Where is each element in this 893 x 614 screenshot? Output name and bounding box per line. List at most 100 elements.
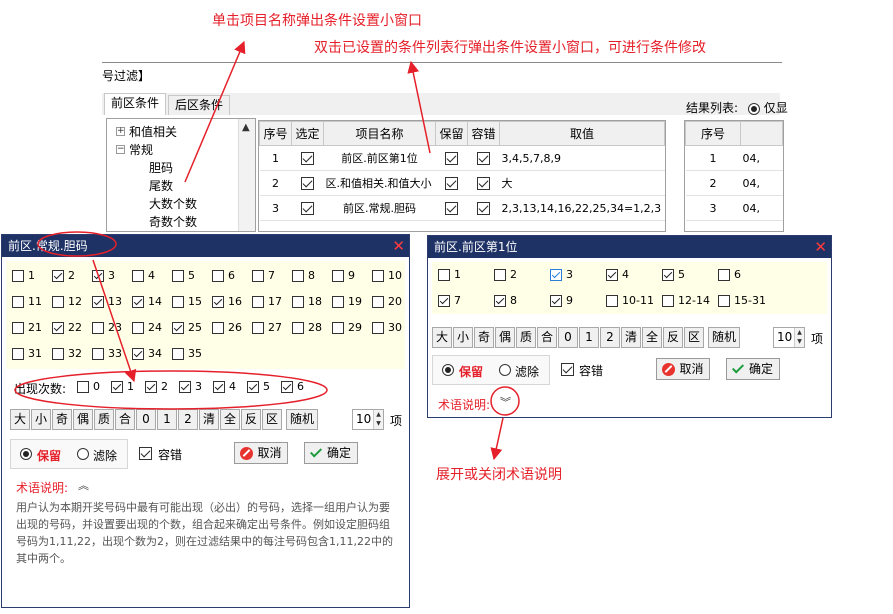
checkbox[interactable]	[332, 296, 344, 308]
quick-button-2[interactable]: 奇	[474, 327, 494, 348]
checkbox[interactable]	[662, 269, 674, 281]
quick-button-7[interactable]: 1	[157, 409, 177, 430]
checkbox[interactable]	[718, 269, 730, 281]
checkbox[interactable]	[606, 295, 618, 307]
table-row[interactable]: 1 04,	[685, 145, 783, 171]
number-checkbox-12[interactable]: 12	[52, 295, 82, 308]
occurrence-checkbox-0[interactable]: 0	[77, 380, 100, 393]
tolerance-checkbox[interactable]	[477, 201, 490, 215]
occurrence-checkbox-6[interactable]: 6	[281, 380, 304, 393]
checkbox[interactable]	[132, 270, 144, 282]
checkbox[interactable]	[111, 381, 123, 393]
checkbox[interactable]	[550, 295, 562, 307]
dialog-titlebar[interactable]: 前区.常规.胆码 ✕	[2, 235, 409, 257]
chevron-down-icon[interactable]: ︾	[500, 394, 511, 410]
checkbox[interactable]	[494, 295, 506, 307]
tree-node-big-count[interactable]: 大数个数	[149, 195, 197, 212]
random-button[interactable]: 随机	[286, 409, 318, 430]
dialog-titlebar[interactable]: 前区.前区第1位 ✕	[428, 236, 831, 258]
quick-button-7[interactable]: 1	[579, 327, 599, 348]
occurrence-checkbox-4[interactable]: 4	[213, 380, 236, 393]
checkbox[interactable]	[12, 348, 24, 360]
number-checkbox-3[interactable]: 3	[92, 269, 115, 282]
checkbox[interactable]	[372, 322, 384, 334]
results-col-no[interactable]: 序号	[685, 121, 741, 146]
quick-button-10[interactable]: 全	[642, 327, 662, 348]
close-icon[interactable]: ✕	[392, 235, 405, 257]
checkbox[interactable]	[12, 296, 24, 308]
tree-node-dan[interactable]: 胆码	[149, 159, 173, 176]
keep-radio[interactable]	[442, 364, 454, 376]
checkbox[interactable]	[332, 270, 344, 282]
checkbox[interactable]	[438, 295, 450, 307]
tab-front-conditions[interactable]: 前区条件	[104, 93, 167, 115]
quick-button-8[interactable]: 2	[178, 409, 198, 430]
number-checkbox-25[interactable]: 25	[172, 321, 202, 334]
keep-checkbox[interactable]	[445, 201, 458, 215]
number-checkbox-4[interactable]: 4	[132, 269, 155, 282]
quick-button-0[interactable]: 大	[432, 327, 452, 348]
number-checkbox-9[interactable]: 9	[332, 269, 355, 282]
number-checkbox-1[interactable]: 1	[438, 268, 461, 281]
random-count-stepper[interactable]: 10 ▲ ▼	[352, 409, 384, 430]
ok-button[interactable]: 确定	[726, 358, 780, 380]
number-checkbox-11[interactable]: 11	[12, 295, 42, 308]
table-row[interactable]: 3 04,	[685, 195, 783, 221]
number-checkbox-6[interactable]: 6	[718, 268, 741, 281]
number-checkbox-8[interactable]: 8	[494, 294, 517, 307]
quick-button-5[interactable]: 合	[537, 327, 557, 348]
number-checkbox-13[interactable]: 13	[92, 295, 122, 308]
tree-node-tail[interactable]: 尾数	[149, 177, 173, 194]
checkbox[interactable]	[372, 270, 384, 282]
checkbox[interactable]	[372, 296, 384, 308]
quick-button-9[interactable]: 清	[621, 327, 641, 348]
scroll-up-icon[interactable]: ▲	[242, 122, 250, 133]
quick-button-2[interactable]: 奇	[52, 409, 72, 430]
ok-button[interactable]: 确定	[304, 442, 358, 464]
quick-button-4[interactable]: 质	[516, 327, 536, 348]
checkbox[interactable]	[212, 296, 224, 308]
occurrence-checkbox-1[interactable]: 1	[111, 380, 134, 393]
quick-button-1[interactable]: 小	[31, 409, 51, 430]
number-checkbox-3[interactable]: 3	[550, 268, 573, 281]
checkbox[interactable]	[606, 269, 618, 281]
number-checkbox-4[interactable]: 4	[606, 268, 629, 281]
number-checkbox-2[interactable]: 2	[52, 269, 75, 282]
number-checkbox-33[interactable]: 33	[92, 347, 122, 360]
tree-node-sum[interactable]: 和值相关	[129, 123, 177, 140]
occurrence-checkbox-3[interactable]: 3	[179, 380, 202, 393]
checkbox[interactable]	[292, 296, 304, 308]
stepper-arrows-icon[interactable]: ▲ ▼	[373, 410, 383, 429]
col-selected[interactable]: 选定	[291, 121, 324, 146]
keep-checkbox[interactable]	[445, 176, 458, 190]
checkbox[interactable]	[92, 348, 104, 360]
number-checkbox-30[interactable]: 30	[372, 321, 402, 334]
occurrence-checkbox-2[interactable]: 2	[145, 380, 168, 393]
quick-button-9[interactable]: 清	[199, 409, 219, 430]
col-name[interactable]: 项目名称	[323, 121, 436, 146]
number-checkbox-10-11[interactable]: 10-11	[606, 294, 654, 307]
quick-button-8[interactable]: 2	[600, 327, 620, 348]
checkbox[interactable]	[179, 381, 191, 393]
random-count-stepper[interactable]: 10 ▲ ▼	[773, 327, 805, 348]
number-checkbox-27[interactable]: 27	[252, 321, 282, 334]
number-checkbox-1[interactable]: 1	[12, 269, 35, 282]
number-checkbox-10[interactable]: 10	[372, 269, 402, 282]
number-checkbox-18[interactable]: 18	[292, 295, 322, 308]
checkbox[interactable]	[438, 269, 450, 281]
quick-button-5[interactable]: 合	[115, 409, 135, 430]
number-checkbox-6[interactable]: 6	[212, 269, 235, 282]
checkbox[interactable]	[145, 381, 157, 393]
checkbox[interactable]	[213, 381, 225, 393]
number-checkbox-7[interactable]: 7	[438, 294, 461, 307]
quick-button-11[interactable]: 反	[663, 327, 683, 348]
close-icon[interactable]: ✕	[814, 236, 827, 258]
col-tolerance[interactable]: 容错	[467, 121, 500, 146]
number-checkbox-2[interactable]: 2	[494, 268, 517, 281]
checkbox[interactable]	[292, 322, 304, 334]
number-checkbox-31[interactable]: 31	[12, 347, 42, 360]
quick-button-6[interactable]: 0	[136, 409, 156, 430]
selected-checkbox[interactable]	[301, 176, 314, 190]
checkbox[interactable]	[252, 322, 264, 334]
checkbox[interactable]	[252, 270, 264, 282]
